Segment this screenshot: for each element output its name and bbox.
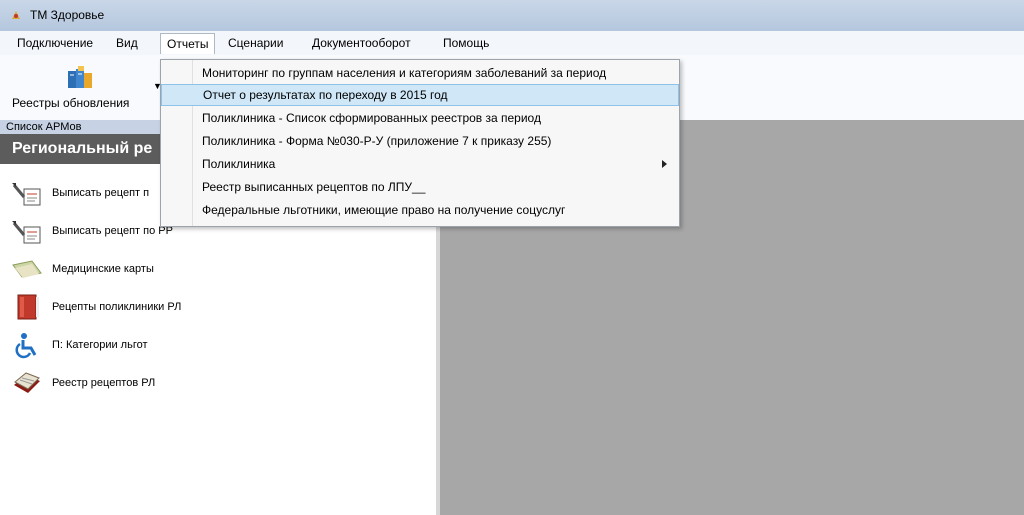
card-stack-icon (14, 372, 40, 393)
nav-item-label: Рецепты поликлиники РЛ (52, 301, 182, 313)
menu-help[interactable]: Помощь (437, 35, 495, 52)
menu-item-monitoring[interactable]: Мониторинг по группам населения и катего… (161, 62, 679, 84)
nav-item-polyclinic-prescriptions[interactable]: Рецепты поликлиники РЛ (10, 292, 181, 322)
menu-bar: Подключение Вид Отчеты Сценарии Документ… (0, 31, 1024, 56)
registry-updates-label: Реестры обновления (12, 96, 130, 110)
menu-item-form-030[interactable]: Поликлиника - Форма №030-Р-У (приложение… (161, 130, 679, 152)
nav-item-prescription-registry[interactable]: Реестр рецептов РЛ (10, 368, 155, 398)
menu-item-issued-registry[interactable]: Реестр выписанных рецептов по ЛПУ__ (161, 176, 679, 198)
nav-item-benefit-categories[interactable]: П: Категории льгот (10, 330, 148, 360)
menu-reports[interactable]: Отчеты (160, 33, 216, 54)
nav-item-medical-cards[interactable]: Медицинские карты (10, 254, 154, 284)
nav-item-write-prescription[interactable]: Выписать рецепт п (10, 178, 149, 208)
menu-item-transition-2015[interactable]: Отчет о результатах по переходу в 2015 г… (161, 84, 679, 106)
menu-connection[interactable]: Подключение (11, 35, 99, 52)
title-bar: ТМ Здоровье (0, 0, 1024, 31)
menu-item-federal-beneficiaries[interactable]: Федеральные льготники, имеющие право на … (161, 199, 679, 221)
menu-item-registry-list[interactable]: Поликлиника - Список сформированных реес… (161, 107, 679, 129)
menu-scenarios[interactable]: Сценарии (222, 35, 289, 52)
submenu-arrow-icon (662, 160, 667, 168)
app-icon (12, 11, 20, 19)
nav-item-write-prescription-rr[interactable]: Выписать рецепт по РР (10, 216, 173, 246)
nav-item-label: Медицинские карты (52, 263, 154, 275)
window-title: ТМ Здоровье (30, 8, 105, 22)
wheelchair-icon (14, 332, 40, 359)
registry-updates-button[interactable]: Реестры обновления ▼ (12, 63, 162, 115)
red-book-icon (17, 294, 39, 320)
menu-item-label: Поликлиника (202, 157, 276, 171)
nav-item-label: П: Категории льгот (52, 339, 148, 351)
menu-item-polyclinic-submenu[interactable]: Поликлиника (161, 153, 679, 175)
nav-item-label: Реестр рецептов РЛ (52, 377, 156, 389)
nav-item-label: Выписать рецепт п (52, 187, 150, 199)
menu-document-flow[interactable]: Документооборот (306, 35, 417, 52)
prescription-pen-icon (12, 183, 41, 206)
prescription-pen-icon (12, 221, 41, 244)
nav-item-label: Выписать рецепт по РР (52, 225, 173, 237)
reports-dropdown-menu: Мониторинг по группам населения и катего… (160, 59, 680, 227)
menu-view[interactable]: Вид (110, 35, 144, 52)
registry-books-icon (68, 66, 92, 88)
medical-card-icon (12, 260, 42, 278)
